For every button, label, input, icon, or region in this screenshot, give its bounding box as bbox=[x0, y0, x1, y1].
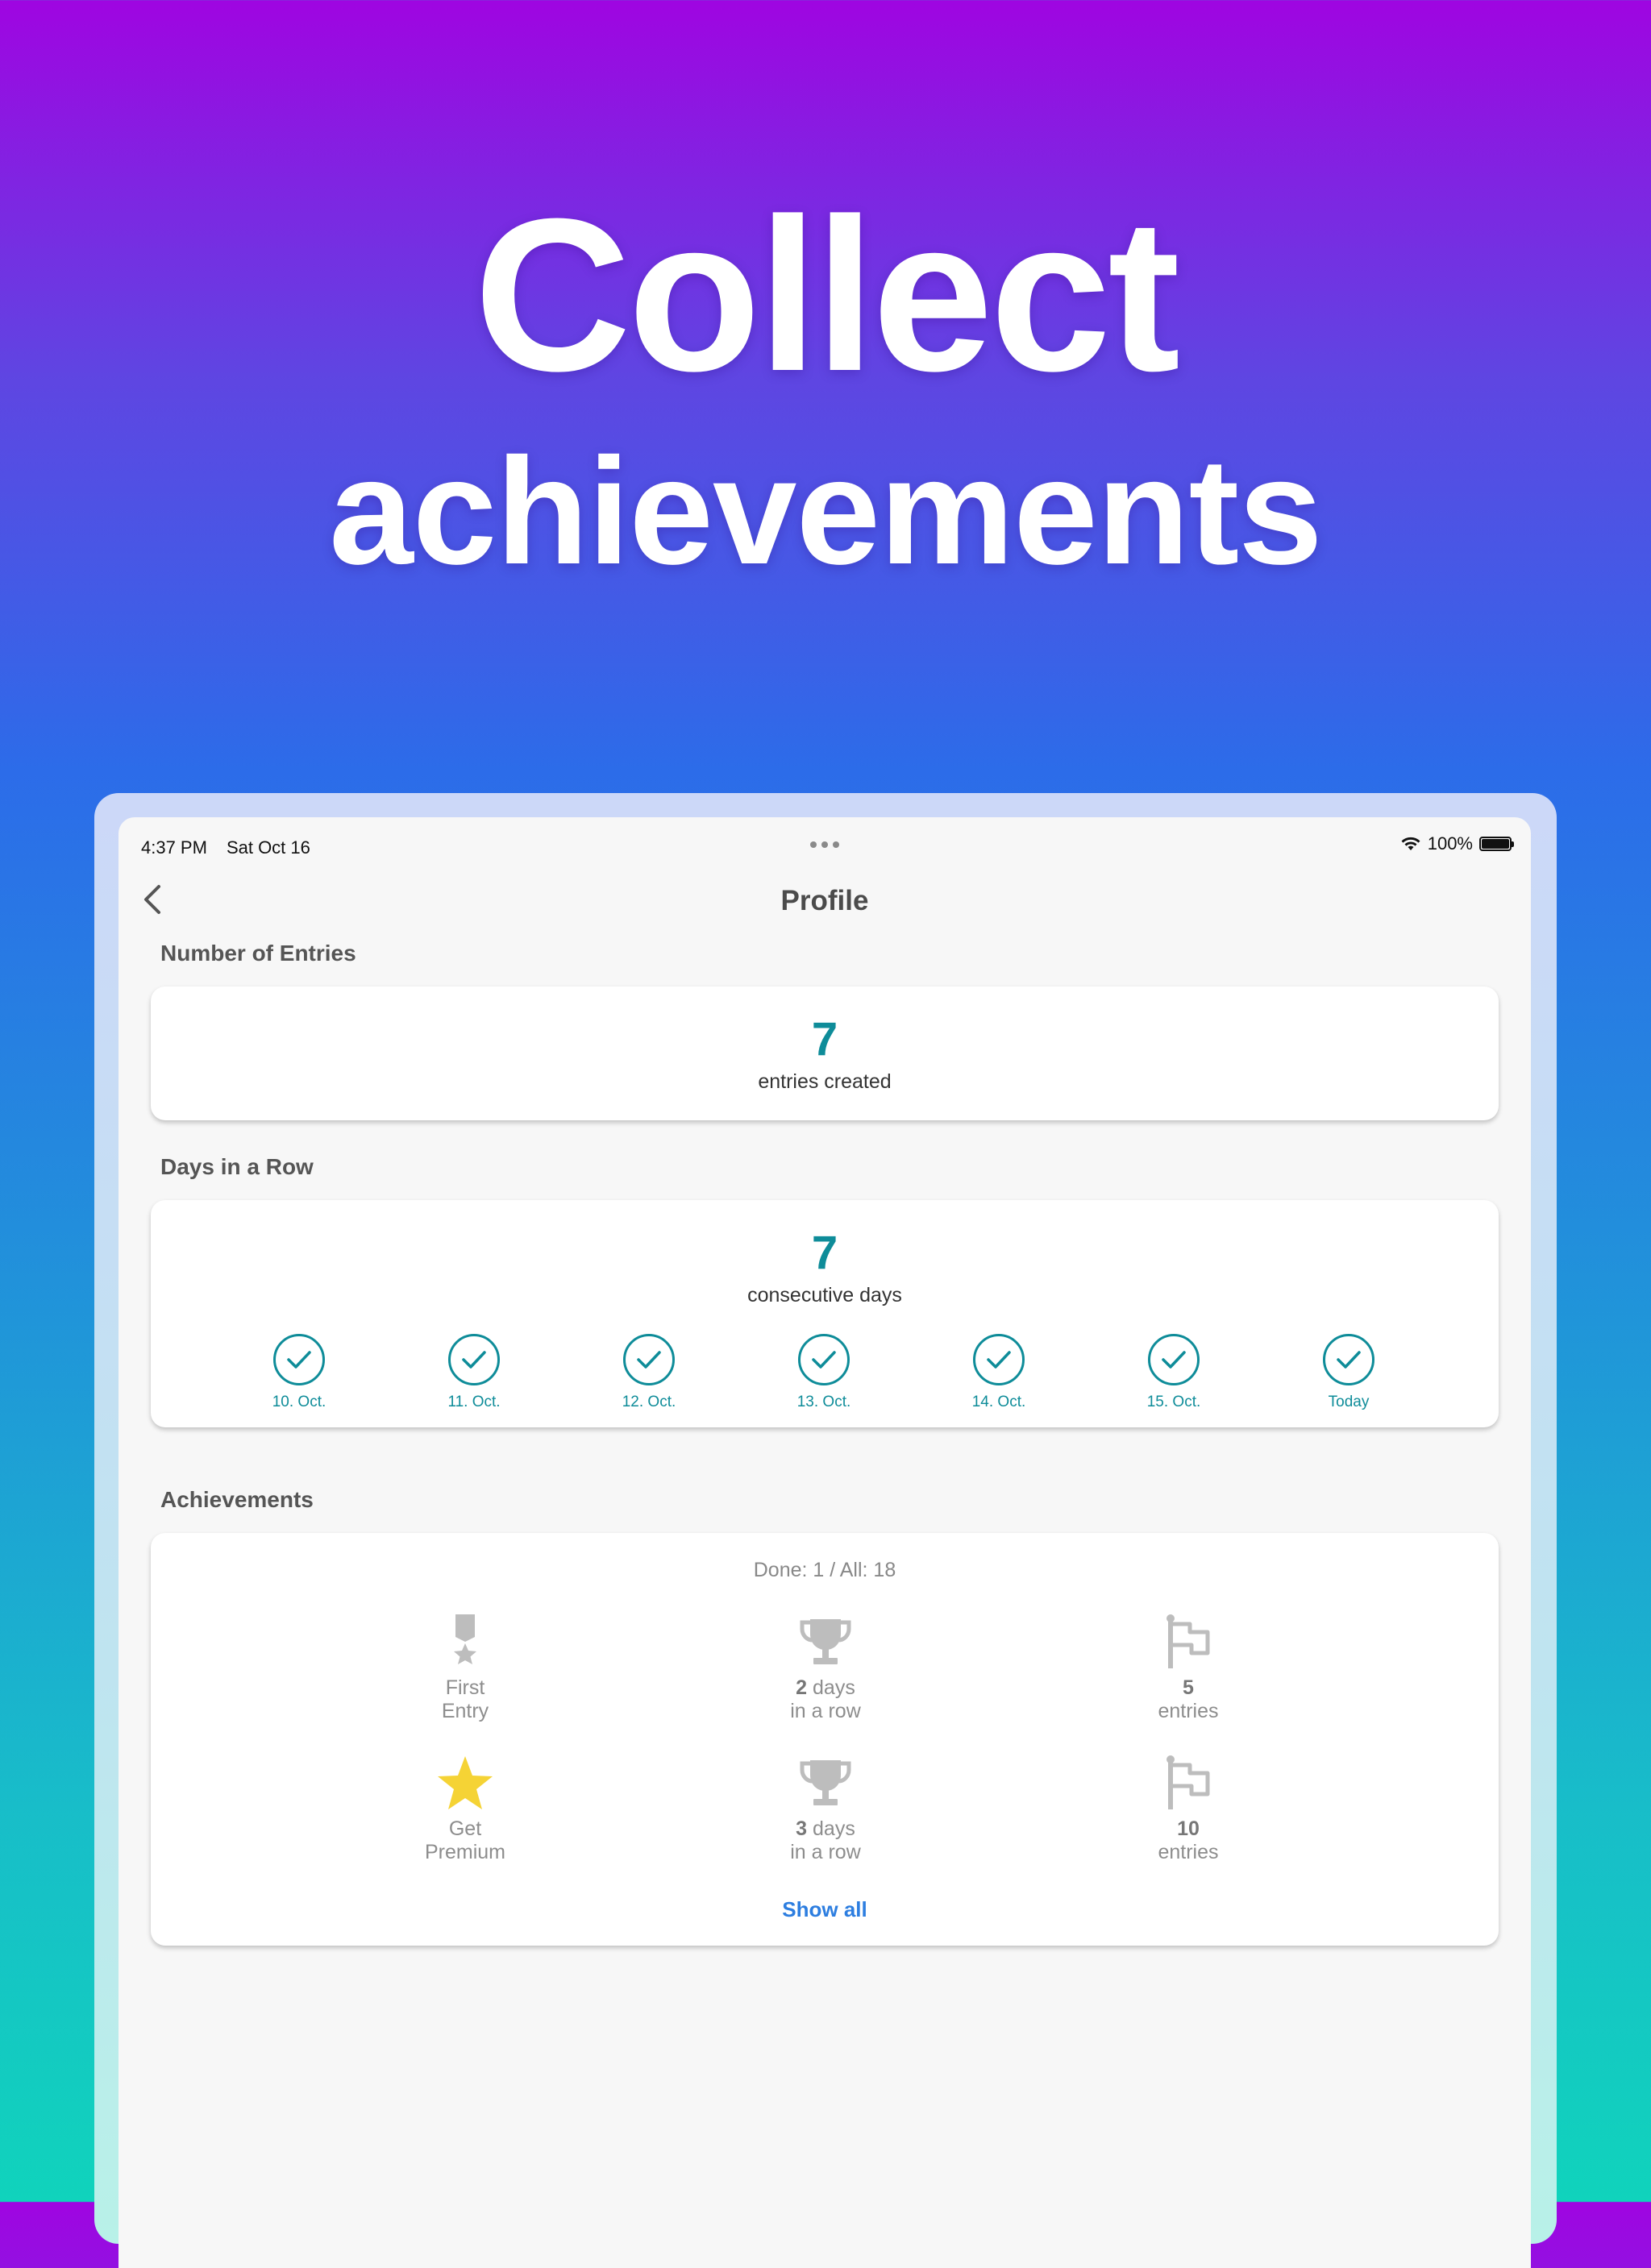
streak-count: 7 bbox=[811, 1227, 838, 1279]
streak-day: 12. Oct. bbox=[593, 1334, 705, 1411]
streak-day: 13. Oct. bbox=[767, 1334, 880, 1411]
streak-day-label: 12. Oct. bbox=[622, 1394, 676, 1410]
wifi-icon bbox=[1401, 837, 1420, 850]
achievement-item[interactable]: Get Premium bbox=[385, 1755, 546, 1864]
check-circle-icon bbox=[798, 1334, 850, 1385]
entries-caption: entries created bbox=[758, 1070, 892, 1093]
entries-count: 7 bbox=[811, 1013, 838, 1065]
multitask-dots-icon[interactable] bbox=[810, 841, 839, 848]
app-screen: 4:37 PM Sat Oct 16 100% Profile Number o… bbox=[119, 817, 1531, 2268]
achievement-subtitle: in a row bbox=[790, 1700, 861, 1722]
achievement-item[interactable]: 10 entries bbox=[1108, 1755, 1269, 1864]
streak-day-label: 14. Oct. bbox=[971, 1394, 1026, 1410]
streak-section-label: Days in a Row bbox=[160, 1154, 314, 1179]
streak-day: Today bbox=[1292, 1334, 1405, 1411]
status-date: Sat Oct 16 bbox=[226, 837, 310, 858]
navigation-bar: Profile bbox=[119, 866, 1531, 933]
page-title: Profile bbox=[780, 885, 869, 916]
achievement-subtitle: in a row bbox=[790, 1841, 861, 1863]
battery-percent: 100% bbox=[1427, 833, 1473, 854]
entries-section-label: Number of Entries bbox=[160, 941, 356, 966]
show-all-link[interactable]: Show all bbox=[151, 1897, 1499, 1922]
achievements-section-label: Achievements bbox=[160, 1487, 314, 1512]
achievement-item[interactable]: First Entry bbox=[385, 1614, 546, 1723]
achievements-card: Done: 1 / All: 18 First Entry 2 days in a r… bbox=[151, 1533, 1499, 1946]
streak-caption: consecutive days bbox=[747, 1284, 902, 1306]
achievement-title: 2 days bbox=[796, 1676, 855, 1699]
achievement-title: First bbox=[445, 1676, 485, 1699]
achievement-title: 3 days bbox=[796, 1817, 855, 1840]
entries-card: 7 entries created bbox=[151, 987, 1499, 1120]
check-circle-icon bbox=[1323, 1334, 1374, 1385]
battery-icon bbox=[1479, 837, 1514, 851]
achievement-subtitle: entries bbox=[1158, 1841, 1219, 1863]
streak-day-label: 13. Oct. bbox=[796, 1394, 851, 1410]
check-circle-icon bbox=[448, 1334, 500, 1385]
achievement-title: Get bbox=[448, 1817, 482, 1840]
streak-card: 7 consecutive days 10. Oct. 11. Oct. 12. O… bbox=[151, 1200, 1499, 1427]
device-frame: 4:37 PM Sat Oct 16 100% Profile Number o… bbox=[94, 793, 1557, 2268]
streak-day: 11. Oct. bbox=[418, 1334, 530, 1411]
status-bar: 4:37 PM Sat Oct 16 100% bbox=[119, 817, 1531, 858]
achievement-item[interactable]: 3 days in a row bbox=[745, 1755, 906, 1864]
flag-icon bbox=[1108, 1614, 1269, 1670]
trophy-icon bbox=[745, 1755, 906, 1811]
achievement-item[interactable]: 2 days in a row bbox=[745, 1614, 906, 1723]
streak-day-label: 11. Oct. bbox=[447, 1394, 501, 1410]
achievement-subtitle: Entry bbox=[441, 1700, 489, 1722]
streak-day-label: 10. Oct. bbox=[272, 1394, 326, 1410]
medal-icon bbox=[385, 1614, 546, 1670]
flag-icon bbox=[1108, 1755, 1269, 1811]
streak-day: 10. Oct. bbox=[243, 1334, 356, 1411]
streak-day: 14. Oct. bbox=[942, 1334, 1055, 1411]
check-circle-icon bbox=[273, 1334, 325, 1385]
achievements-summary: Done: 1 / All: 18 bbox=[753, 1559, 896, 1581]
promo-headline: Collect bbox=[473, 174, 1180, 417]
achievement-subtitle: entries bbox=[1158, 1700, 1219, 1722]
trophy-icon bbox=[745, 1614, 906, 1670]
achievement-item[interactable]: 5 entries bbox=[1108, 1614, 1269, 1723]
check-circle-icon bbox=[1148, 1334, 1200, 1385]
streak-day: 15. Oct. bbox=[1117, 1334, 1230, 1411]
check-circle-icon bbox=[623, 1334, 675, 1385]
check-circle-icon bbox=[973, 1334, 1025, 1385]
streak-day-label: 15. Oct. bbox=[1146, 1394, 1201, 1410]
status-time: 4:37 PM bbox=[141, 837, 207, 858]
streak-day-label: Today bbox=[1328, 1394, 1370, 1410]
achievement-title: 5 bbox=[1183, 1676, 1194, 1699]
star-icon bbox=[385, 1755, 546, 1811]
promo-subheadline: achievements bbox=[329, 426, 1323, 596]
achievement-subtitle: Premium bbox=[424, 1841, 505, 1863]
achievement-title: 10 bbox=[1177, 1817, 1200, 1840]
